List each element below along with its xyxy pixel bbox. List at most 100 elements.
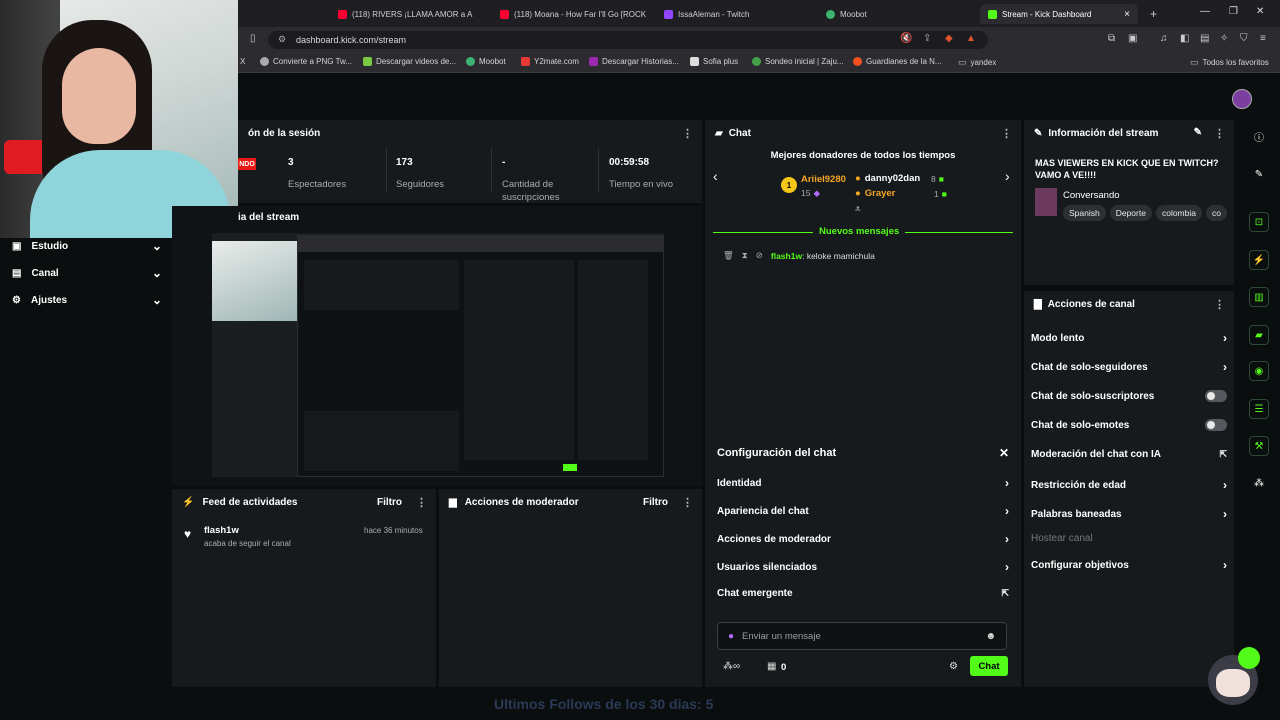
layout-icon[interactable]: ☰ [1249, 399, 1269, 419]
media-icon[interactable]: ♫ [1160, 33, 1168, 44]
browser-tab[interactable]: (118) RIVERS ¡LLAMA AMOR a A [330, 4, 480, 24]
chevron-left-icon[interactable]: ‹ [713, 168, 718, 184]
sidebar-item-estudio[interactable]: ▣ Estudio ⌄ [12, 239, 162, 253]
sidebar-icon[interactable]: ◧ [1180, 33, 1189, 44]
close-window-icon[interactable]: ✕ [1256, 6, 1264, 17]
action-solo-emotes[interactable]: Chat de solo-emotes [1031, 419, 1227, 431]
bookmark-item[interactable]: Y2mate.com [521, 57, 579, 66]
chat-settings-identidad[interactable]: Identidad › [717, 476, 1009, 490]
edit-icon[interactable]: ✎ [1249, 164, 1269, 184]
chat-icon[interactable]: ▰ [1249, 325, 1269, 345]
maximize-icon[interactable]: ❐ [1229, 6, 1238, 17]
apps-icon[interactable]: ⁂ [1249, 473, 1269, 493]
close-tab-icon[interactable]: × [1124, 9, 1130, 20]
extension-icon[interactable]: ⧉ [1108, 33, 1115, 44]
filter-button[interactable]: Filtro [377, 497, 402, 508]
chat-settings-apariencia[interactable]: Apariencia del chat › [717, 504, 1009, 518]
url-field[interactable]: ⚙ dashboard.kick.com/stream 🔇 ⇪ ◆ ▲ [268, 31, 988, 49]
trash-icon[interactable]: 🗑 [723, 250, 734, 261]
chat-header: ▰ Chat ⋮ [715, 127, 1012, 140]
more-options-icon[interactable]: ⋮ [1214, 298, 1225, 311]
minimize-icon[interactable]: — [1200, 6, 1210, 17]
external-link-icon: ⇱ [1001, 588, 1009, 598]
bookmark-item[interactable]: Descargar Historias... [589, 57, 679, 66]
action-palabras-baneadas[interactable]: Palabras baneadas › [1031, 507, 1227, 521]
more-options-icon[interactable]: ⋮ [1214, 127, 1225, 140]
site-settings-icon[interactable]: ⚙ [278, 34, 286, 45]
tag[interactable]: colombia [1155, 205, 1202, 221]
browser-tab[interactable]: Moobot [818, 4, 968, 24]
gear-icon[interactable]: ⚙ [949, 661, 958, 672]
broadcast-icon[interactable]: ◉ [1249, 361, 1269, 381]
chat-settings-acciones[interactable]: Acciones de moderador › [717, 532, 1009, 546]
donor-name[interactable]: Ariiel9280 [801, 174, 846, 185]
bookmark-folder[interactable]: ▭ yandex [958, 57, 996, 68]
stream-preview-video[interactable] [212, 233, 664, 477]
screenshot-icon[interactable]: ▣ [1128, 33, 1137, 44]
share-icon[interactable]: ⇪ [923, 33, 931, 44]
browser-tab-active[interactable]: Stream - Kick Dashboard × [980, 4, 1138, 24]
browser-tab[interactable]: (118) Moana - How Far I'll Go [ROCK [492, 4, 647, 24]
tag[interactable]: Deporte [1109, 205, 1152, 221]
toggle-switch[interactable] [1205, 419, 1227, 431]
reader-icon[interactable]: ✧ [1220, 33, 1228, 44]
sidebar-item-canal[interactable]: ▤ Canal ⌄ [12, 266, 162, 280]
bookmark-folder[interactable]: ▭ Todos los favoritos [1190, 57, 1269, 68]
bookmark-icon[interactable]: ▯ [250, 33, 256, 44]
donor-name[interactable]: ● danny02dan [855, 173, 920, 184]
donor-name[interactable]: ● Grayer [855, 188, 895, 199]
bookmark-item[interactable]: X [240, 57, 245, 66]
gift-icon[interactable]: ▦ [767, 661, 776, 672]
emote-icon[interactable]: ☻ [985, 631, 996, 642]
wrench-icon[interactable]: ⚒ [1249, 436, 1269, 456]
timeout-icon[interactable]: ⧗ [742, 250, 748, 261]
bookmark-item[interactable]: Convierte a PNG Tw... [260, 57, 352, 66]
brave-rewards-icon[interactable]: ▲ [966, 33, 976, 44]
close-icon[interactable]: ✕ [999, 446, 1009, 460]
vpn-icon[interactable]: ⛉ [1240, 33, 1248, 44]
more-options-icon[interactable]: ⋮ [682, 496, 693, 509]
edit-icon[interactable]: ✎ [1194, 127, 1202, 140]
chat-settings-emergente[interactable]: Chat emergente ⇱ [717, 588, 1009, 599]
chevron-right-icon: › [1223, 558, 1227, 572]
bolt-icon[interactable]: ⚡ [1249, 250, 1269, 270]
info-icon[interactable]: ⓘ [1249, 126, 1269, 146]
action-solo-suscriptores[interactable]: Chat de solo-suscriptores [1031, 390, 1227, 402]
browser-tab[interactable]: IssaAleman - Twitch [656, 4, 806, 24]
chat-input[interactable]: ● Enviar un mensaje ☻ [717, 622, 1007, 650]
bookmark-item[interactable]: Sondeo inicial | Zaju... [752, 57, 844, 66]
bookmark-item[interactable]: Sofia plus [690, 57, 738, 66]
action-solo-seguidores[interactable]: Chat de solo-seguidores › [1031, 360, 1227, 374]
mute-icon[interactable]: 🔇 [900, 33, 912, 44]
action-configurar-objetivos[interactable]: Configurar objetivos › [1031, 558, 1227, 572]
tag[interactable]: co [1206, 205, 1227, 221]
ban-icon[interactable]: ⊘ [756, 250, 763, 261]
avatar[interactable] [1232, 89, 1252, 109]
action-modo-lento[interactable]: Modo lento › [1031, 331, 1227, 345]
action-restriccion-edad[interactable]: Restricción de edad › [1031, 478, 1227, 492]
filter-button[interactable]: Filtro [643, 497, 668, 508]
bookmark-item[interactable]: Moobot [466, 57, 506, 66]
menu-icon[interactable]: ≡ [1260, 33, 1266, 44]
bookmark-item[interactable]: Guardianes de la N... [853, 57, 942, 66]
sidebar-item-ajustes[interactable]: ⚙ Ajustes ⌄ [12, 293, 162, 307]
tag[interactable]: Spanish [1063, 205, 1106, 221]
send-chat-button[interactable]: Chat [970, 656, 1008, 676]
more-options-icon[interactable]: ⋮ [416, 496, 427, 509]
brave-shield-icon[interactable]: ◆ [945, 33, 953, 44]
new-tab-button[interactable]: + [1142, 4, 1162, 24]
category-name[interactable]: Conversando [1063, 190, 1120, 201]
clipboard-icon[interactable]: ▥ [1249, 287, 1269, 307]
link-icon[interactable]: ⁂∞ [723, 661, 740, 672]
more-options-icon[interactable]: ⋮ [682, 127, 693, 140]
more-options-icon[interactable]: ⋮ [1001, 127, 1012, 140]
collapse-icon[interactable]: ⩡ [855, 204, 861, 215]
scan-icon[interactable]: ⊡ [1249, 212, 1269, 232]
chat-settings-silenciados[interactable]: Usuarios silenciados › [717, 560, 1009, 574]
chevron-right-icon[interactable]: › [1005, 168, 1010, 184]
action-moderacion-ia[interactable]: Moderación del chat con IA ⇱ [1031, 449, 1227, 460]
toggle-switch[interactable] [1205, 390, 1227, 402]
wallet-icon[interactable]: ▤ [1200, 33, 1209, 44]
microphone-icon[interactable]: ● [728, 631, 734, 642]
bookmark-item[interactable]: Descargar videos de... [363, 57, 456, 66]
